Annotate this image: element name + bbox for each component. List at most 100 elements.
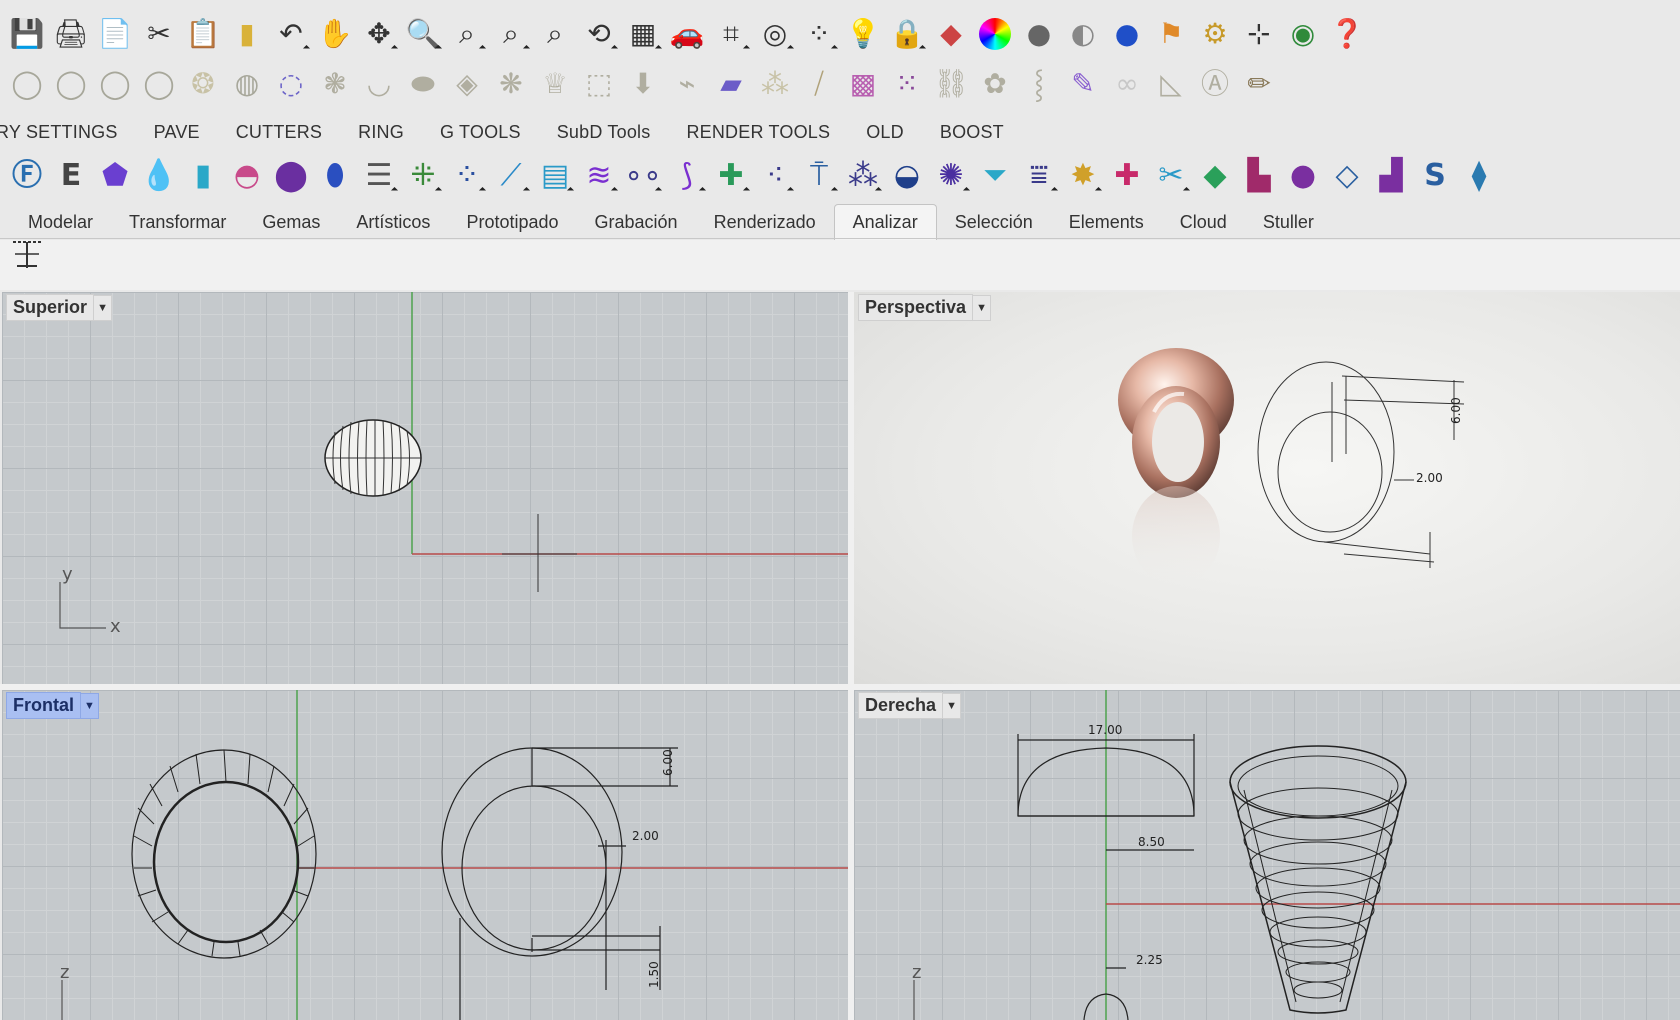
tab-subd-tools[interactable]: SubD Tools: [539, 114, 669, 150]
tab-renderizado[interactable]: Renderizado: [696, 204, 834, 240]
scatter-gems-icon[interactable]: ⁖: [756, 157, 795, 195]
sheet-icon[interactable]: ◺: [1152, 65, 1190, 103]
gem-edit-icon[interactable]: ✂: [1152, 157, 1191, 195]
sphere-setting-icon[interactable]: ●: [1284, 157, 1322, 195]
tab-analizar[interactable]: Analizar: [833, 204, 937, 240]
s-curve-icon[interactable]: S: [1416, 157, 1454, 195]
ring-1-icon[interactable]: ◯: [8, 65, 46, 103]
brush-icon[interactable]: ⌁: [668, 65, 706, 103]
tower-icon[interactable]: ▟: [1372, 157, 1410, 195]
chevron-down-icon[interactable]: ▼: [94, 294, 113, 321]
color-wheel-icon[interactable]: [979, 18, 1011, 50]
viewport-name[interactable]: Derecha: [858, 692, 944, 719]
tab-stuller[interactable]: Stuller: [1245, 204, 1332, 240]
bezel-cup-icon[interactable]: ◓: [228, 157, 266, 195]
curve-gems-icon[interactable]: ⟋: [492, 157, 531, 195]
pan-hand-icon[interactable]: ✋: [316, 15, 354, 53]
logo-f-icon[interactable]: Ⓕ: [8, 157, 46, 195]
tab-render-tools[interactable]: RENDER TOOLS: [668, 114, 848, 150]
cluster-add-icon[interactable]: ✚: [712, 157, 751, 195]
chevron-down-icon[interactable]: ▼: [943, 692, 962, 719]
viewport-superior[interactable]: y x Superior ▼: [2, 292, 848, 684]
dimension-icon[interactable]: ⊹: [1240, 15, 1278, 53]
four-viewports-icon[interactable]: ▦: [624, 15, 663, 53]
logo-e-icon[interactable]: E: [52, 157, 90, 195]
car-icon[interactable]: 🚗: [668, 15, 706, 53]
snap-circle-icon[interactable]: ◎: [756, 15, 795, 53]
pearls-icon[interactable]: ⁂: [756, 65, 794, 103]
pentagon-gem-icon[interactable]: ⬟: [96, 157, 134, 195]
pave-add-icon[interactable]: ⁜: [404, 157, 443, 195]
ring-pave-icon[interactable]: ❂: [184, 65, 222, 103]
zoom-window-icon[interactable]: ⌕: [448, 15, 487, 53]
tab-grabacion[interactable]: Grabación: [577, 204, 696, 240]
layer-icon[interactable]: ◆: [932, 15, 970, 53]
flag-icon[interactable]: ⚑: [1152, 15, 1190, 53]
surface-gems-icon[interactable]: ⩸: [1020, 157, 1059, 195]
copy-icon[interactable]: 📋: [184, 15, 222, 53]
bar-setting-icon[interactable]: ▙: [1240, 157, 1278, 195]
gear-icon[interactable]: ⚙: [1196, 15, 1234, 53]
band-ring-icon[interactable]: ◌: [272, 65, 310, 103]
beads-icon[interactable]: ⁙: [888, 65, 926, 103]
rendered-sphere-icon[interactable]: ◐: [1064, 15, 1102, 53]
viewport-title-derecha[interactable]: Derecha ▼: [858, 692, 962, 719]
light-bulb-icon[interactable]: 💡: [844, 15, 882, 53]
cord-icon[interactable]: ⸾: [1020, 65, 1058, 103]
crown-ring-icon[interactable]: ♕: [536, 65, 574, 103]
pin-add-icon[interactable]: ✚: [1108, 157, 1146, 195]
tab-g-tools[interactable]: G TOOLS: [422, 114, 539, 150]
bezel-ring-icon[interactable]: ◡: [360, 65, 398, 103]
rotate-view-icon[interactable]: ⟲: [580, 15, 619, 53]
tab-old[interactable]: OLD: [848, 114, 922, 150]
viewport-name[interactable]: Superior: [6, 294, 95, 321]
arrow-down-icon[interactable]: ⬇: [624, 65, 662, 103]
render-globe-icon[interactable]: ◉: [1284, 15, 1322, 53]
bracelet-icon[interactable]: ⧸: [800, 65, 838, 103]
tab-cutters[interactable]: CUTTERS: [218, 114, 340, 150]
distance-measure-icon[interactable]: [8, 235, 46, 273]
points-icon[interactable]: ⁘: [800, 15, 839, 53]
emerald-gem-icon[interactable]: ▮: [184, 157, 222, 195]
diamond-icon[interactable]: ◇: [1328, 157, 1366, 195]
viewport-name[interactable]: Perspectiva: [858, 294, 974, 321]
pave-stones-icon[interactable]: ❋: [492, 65, 530, 103]
star-burst-icon[interactable]: ✸: [1064, 157, 1103, 195]
bowl-icon[interactable]: ◒: [888, 157, 926, 195]
pen-icon[interactable]: ✎: [1064, 65, 1102, 103]
tab-gemas[interactable]: Gemas: [244, 204, 338, 240]
print-icon[interactable]: 🖨: [52, 15, 90, 53]
prong-icon[interactable]: ⍑: [800, 157, 839, 195]
twist-gems-icon[interactable]: ⟆: [668, 157, 707, 195]
links-icon[interactable]: ∞: [1108, 65, 1146, 103]
chevron-down-icon[interactable]: ▼: [973, 294, 992, 321]
mesh-icon[interactable]: ▩: [844, 65, 882, 103]
help-icon[interactable]: ❓: [1328, 15, 1366, 53]
box-ring-icon[interactable]: ⬚: [580, 65, 618, 103]
gem-bar-icon[interactable]: ▰: [712, 65, 750, 103]
tab-cloud[interactable]: Cloud: [1162, 204, 1245, 240]
rail-gems-icon[interactable]: ▤: [536, 157, 575, 195]
lock-icon[interactable]: 🔒: [888, 15, 927, 53]
pencil-icon[interactable]: ✏: [1240, 65, 1278, 103]
halo-ring-icon[interactable]: ◈: [448, 65, 486, 103]
viewport-title-superior[interactable]: Superior ▼: [6, 294, 113, 321]
viewport-name[interactable]: Frontal: [6, 692, 81, 719]
cone-cutter-icon[interactable]: ⏷: [976, 157, 1014, 195]
zoom-selected-icon[interactable]: ⌕: [536, 15, 574, 53]
tab-elements[interactable]: Elements: [1051, 204, 1162, 240]
crown-icon[interactable]: ✺: [932, 157, 971, 195]
drop-gem-icon[interactable]: 💧: [140, 157, 178, 195]
ring-3-icon[interactable]: ◯: [96, 65, 134, 103]
text-a-icon[interactable]: Ⓐ: [1196, 65, 1234, 103]
cut-icon[interactable]: ✂: [140, 15, 178, 53]
oval-gem-icon[interactable]: ⬮: [316, 157, 354, 195]
gem-plane-icon[interactable]: ⧫: [1460, 157, 1498, 195]
tab-pave[interactable]: PAVE: [136, 114, 218, 150]
viewport-title-perspectiva[interactable]: Perspectiva ▼: [858, 294, 992, 321]
blue-sphere-icon[interactable]: ●: [1108, 15, 1146, 53]
save-icon[interactable]: 💾: [8, 15, 46, 53]
tab-transformar[interactable]: Transformar: [111, 204, 244, 240]
tab-prototipado[interactable]: Prototipado: [448, 204, 576, 240]
viewport-frontal[interactable]: 6.00 2.00 1.50 z Frontal ▼: [2, 690, 848, 1020]
